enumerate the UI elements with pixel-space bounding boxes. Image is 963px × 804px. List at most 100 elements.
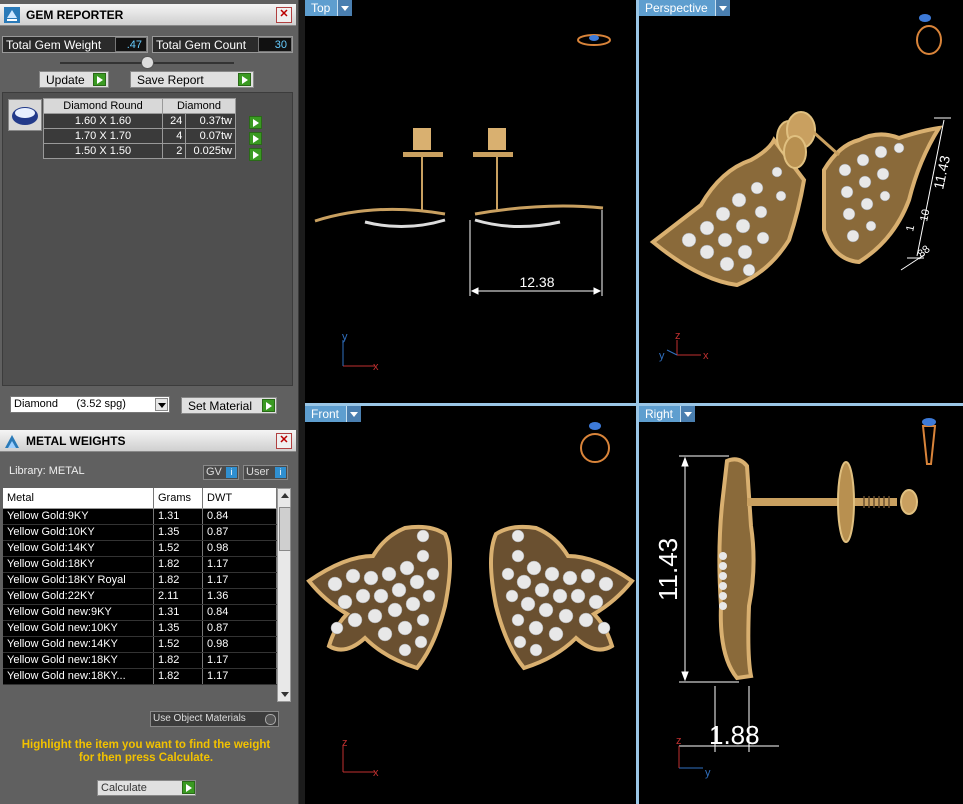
table-row[interactable]: 1.60 X 1.60 24 0.37tw <box>43 113 236 129</box>
right-view-drawing: 11.43 1.88 y z <box>653 418 937 779</box>
metal-metal: Yellow Gold:14KY <box>3 540 154 557</box>
material-select-value: Diamond (3.52 spg) <box>14 398 126 410</box>
hint-line-1: Highlight the item you want to find the … <box>21 739 271 751</box>
persp-dim-2: 1 <box>904 224 917 232</box>
set-material-arrow-icon[interactable] <box>262 399 275 412</box>
calculate-arrow-icon[interactable] <box>182 781 195 794</box>
close-icon[interactable]: ✕ <box>276 7 292 23</box>
metal-dwt: 1.17 <box>202 668 277 685</box>
update-arrow-icon[interactable] <box>93 73 106 86</box>
row-arrow-icon[interactable] <box>249 116 262 129</box>
grams-header[interactable]: Grams <box>153 488 203 509</box>
metal-dwt: 1.17 <box>202 556 277 573</box>
viewport-label-perspective[interactable]: Perspective <box>639 0 730 16</box>
gem-count: 2 <box>161 143 187 159</box>
metal-dwt: 1.17 <box>202 652 277 669</box>
metal-header[interactable]: Metal <box>3 488 154 509</box>
persp-dim-3: .88 <box>913 243 932 262</box>
gem-size: 1.50 X 1.50 <box>43 143 163 159</box>
metal-dwt: 0.98 <box>202 636 277 653</box>
table-row[interactable]: Yellow Gold new:18KY 1.82 1.17 <box>3 652 277 669</box>
viewport-splitter-vertical[interactable] <box>636 0 639 804</box>
gem-table-header-type: Diamond <box>162 98 236 114</box>
use-object-materials-checkbox[interactable]: Use Object Materials <box>150 711 279 727</box>
row-arrow-icon[interactable] <box>249 132 262 145</box>
svg-text:x: x <box>703 350 709 362</box>
screw-back <box>837 461 855 543</box>
table-row[interactable]: Yellow Gold new:9KY 1.31 0.84 <box>3 604 277 621</box>
table-row[interactable]: Yellow Gold:22KY 2.11 1.36 <box>3 588 277 605</box>
metal-grams: 1.31 <box>153 508 203 525</box>
user-button[interactable]: User i <box>243 465 288 480</box>
chevron-down-icon[interactable] <box>714 0 730 16</box>
svg-text:x: x <box>373 361 379 373</box>
metal-grams: 1.35 <box>153 620 203 637</box>
gem-count: 24 <box>161 113 187 129</box>
metal-grams: 1.35 <box>153 524 203 541</box>
viewport-front[interactable]: x z Front <box>305 406 636 804</box>
chevron-down-icon[interactable] <box>337 0 353 16</box>
metal-weights-icon <box>5 435 19 448</box>
viewport-label-front[interactable]: Front <box>305 406 362 422</box>
diamond-thumbnail[interactable] <box>8 99 42 131</box>
top-view-ring-icon <box>577 34 611 46</box>
gem-weight: 0.37tw <box>185 113 236 129</box>
metal-list-scrollbar[interactable] <box>277 488 291 702</box>
viewport-splitter-horizontal[interactable] <box>305 403 963 406</box>
axis-indicator: x y <box>342 331 379 373</box>
scroll-up-icon[interactable] <box>281 493 289 498</box>
gem-count: 4 <box>161 128 187 144</box>
metal-grams: 1.82 <box>153 668 203 685</box>
table-row[interactable]: Yellow Gold new:10KY 1.35 0.87 <box>3 620 277 637</box>
metal-metal: Yellow Gold:10KY <box>3 524 154 541</box>
save-report-arrow-icon[interactable] <box>238 73 251 86</box>
metal-dwt: 0.84 <box>202 508 277 525</box>
slider-knob[interactable] <box>141 56 154 69</box>
table-row[interactable]: 1.50 X 1.50 2 0.025tw <box>43 143 236 159</box>
chevron-down-icon[interactable] <box>680 406 696 422</box>
metal-metal: Yellow Gold new:9KY <box>3 604 154 621</box>
perspective-ring-icon <box>916 14 942 55</box>
chevron-down-icon[interactable] <box>155 398 168 411</box>
svg-text:z: z <box>676 735 682 747</box>
row-arrow-icon[interactable] <box>249 148 262 161</box>
gv-button[interactable]: GV i <box>203 465 239 480</box>
save-report-button[interactable]: Save Report <box>130 71 254 88</box>
metal-grams: 1.82 <box>153 556 203 573</box>
viewport-label-top[interactable]: Top <box>305 0 353 16</box>
library-label: Library: METAL <box>9 465 85 477</box>
gem-reporter-icon <box>4 7 20 23</box>
table-row[interactable]: Yellow Gold:10KY 1.35 0.87 <box>3 524 277 541</box>
material-select[interactable]: Diamond (3.52 spg) <box>10 396 170 413</box>
metal-metal: Yellow Gold:18KY Royal <box>3 572 154 589</box>
backing-left <box>403 152 443 157</box>
viewport-perspective[interactable]: 11.43 10 1 .88 x z y Perspective <box>639 0 963 403</box>
metal-grams: 1.52 <box>153 540 203 557</box>
gem-table: Diamond Round Diamond 1.60 X 1.60 24 0.3… <box>43 98 236 159</box>
metal-dwt: 1.17 <box>202 572 277 589</box>
radio-icon <box>265 714 276 725</box>
info-icon: i <box>226 467 237 478</box>
viewport-right[interactable]: 11.43 1.88 y z Right <box>639 406 963 804</box>
table-row[interactable]: Yellow Gold:9KY 1.31 0.84 <box>3 508 277 525</box>
table-row[interactable]: Yellow Gold:18KY Royal 1.82 1.17 <box>3 572 277 589</box>
chevron-down-icon[interactable] <box>346 406 362 422</box>
metal-weights-title: METAL WEIGHTS <box>26 434 126 448</box>
metal-table: Metal Grams DWT Yellow Gold:9KY 1.31 0.84 Y… <box>3 488 277 685</box>
scrollbar-thumb[interactable] <box>279 507 291 551</box>
earring-top-right <box>474 204 604 216</box>
close-icon[interactable]: ✕ <box>276 433 292 449</box>
metal-metal: Yellow Gold new:14KY <box>3 636 154 653</box>
metal-grams: 1.82 <box>153 652 203 669</box>
table-row[interactable]: Yellow Gold new:14KY 1.52 0.98 <box>3 636 277 653</box>
viewport-label-right[interactable]: Right <box>639 406 696 422</box>
table-row[interactable]: Yellow Gold:14KY 1.52 0.98 <box>3 540 277 557</box>
viewport-top[interactable]: 12.38 x y Top <box>305 0 636 403</box>
axis-indicator: y z <box>676 735 711 779</box>
table-row[interactable]: 1.70 X 1.70 4 0.07tw <box>43 128 236 144</box>
table-row[interactable]: Yellow Gold:18KY 1.82 1.17 <box>3 556 277 573</box>
dwt-header[interactable]: DWT <box>202 488 277 509</box>
scroll-down-icon[interactable] <box>281 692 289 697</box>
right-dim-width: 1.88 <box>709 720 760 750</box>
table-row[interactable]: Yellow Gold new:18KY... 1.82 1.17 <box>3 668 277 685</box>
